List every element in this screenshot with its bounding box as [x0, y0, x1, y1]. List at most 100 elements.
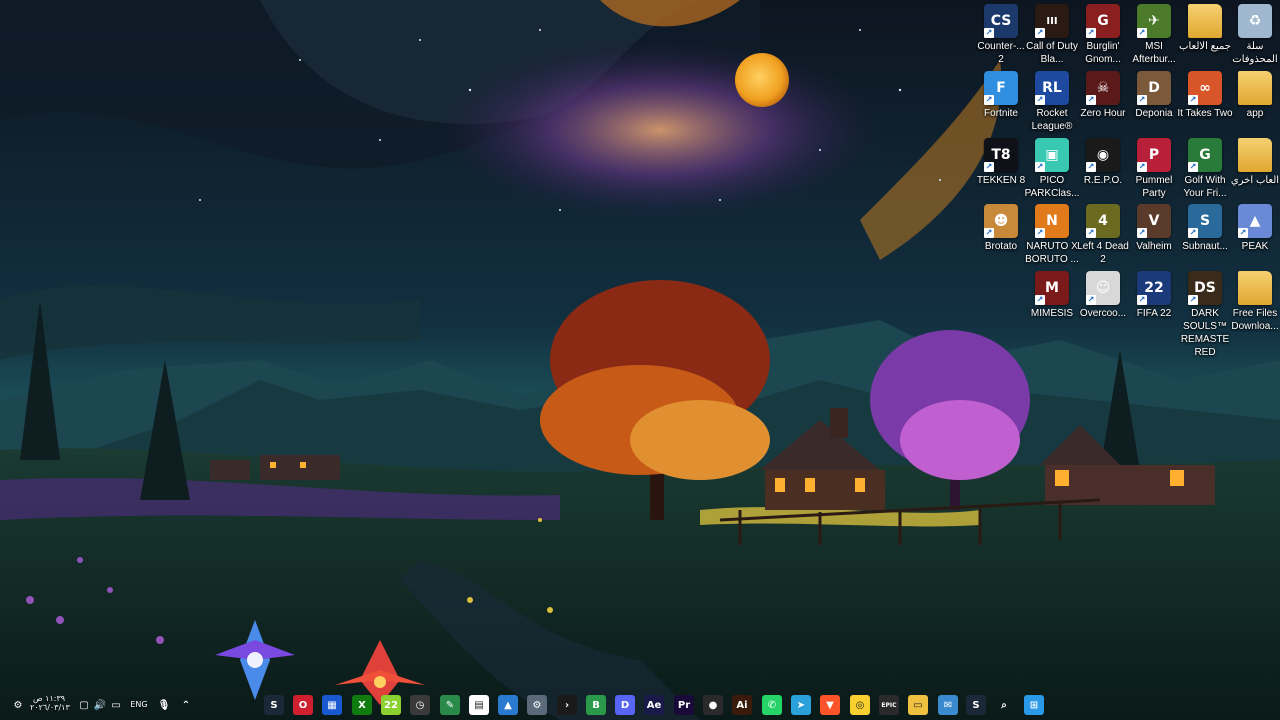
terminal-icon[interactable]: › [557, 695, 577, 715]
shortcut-arrow-icon: ↗ [1137, 95, 1147, 105]
pico-park-icon: ▣ ↗ [1035, 138, 1069, 172]
brave-icon[interactable]: ▼ [820, 695, 840, 715]
icon-glyph: D [1148, 80, 1160, 96]
taskbar-glyph: Ae [646, 699, 662, 711]
clock-time[interactable]: ١١:٣٩ ص [30, 694, 68, 703]
desktop-icon[interactable]: ▣ ↗ PICO PARKClas... [1025, 138, 1079, 200]
b-app-icon[interactable]: B [586, 695, 606, 715]
desktop-icon[interactable]: app [1230, 71, 1280, 120]
fortnite-icon: F ↗ [984, 71, 1018, 105]
display-icon[interactable]: ▭ [106, 695, 126, 715]
icon-glyph: S [1199, 213, 1211, 229]
taskbar-glyph: EPIC [881, 701, 897, 709]
telegram-icon[interactable]: ➤ [791, 695, 811, 715]
obs-icon[interactable]: ● [703, 695, 723, 715]
desktop-icon[interactable]: T8 ↗ TEKKEN 8 [976, 138, 1026, 187]
desktop-icon[interactable]: 22 ↗ FIFA 22 [1129, 271, 1179, 320]
shortcut-arrow-icon: ↗ [1035, 28, 1045, 38]
premiere-icon[interactable]: Pr [674, 695, 694, 715]
epic-games-icon[interactable]: EPIC [879, 695, 899, 715]
xbox-icon[interactable]: X [352, 695, 372, 715]
discord-icon[interactable]: D [615, 695, 635, 715]
clock-app-icon[interactable]: ◷ [410, 695, 430, 715]
steam-icon[interactable]: S [966, 695, 986, 715]
taskbar-glyph: Pr [677, 699, 691, 711]
desktop-icon[interactable]: F ↗ Fortnite [976, 71, 1026, 120]
desktop-icon[interactable]: ▲ ↗ PEAK [1230, 204, 1280, 253]
desktop-icon[interactable]: ☠ ↗ Zero Hour [1078, 71, 1128, 120]
desktop-icon-label: PEAK [1241, 241, 1269, 252]
desktop-icon-label: FIFA 22 [1136, 308, 1172, 319]
taskbar-glyph: ✎ [445, 699, 455, 711]
calendar-app-icon[interactable]: 22 [381, 695, 401, 715]
taskbar-glyph: B [592, 699, 600, 711]
file-explorer-icon[interactable]: ▭ [908, 695, 928, 715]
clock-date[interactable]: ٢٠٢٦/٠٣/١٣ [30, 703, 70, 712]
desktop-icon[interactable]: P ↗ Pummel Party [1129, 138, 1179, 200]
settings-tray-icon[interactable]: ⚙ [8, 695, 28, 715]
desktop-icon[interactable]: S ↗ Subnaut... [1180, 204, 1230, 253]
desktop-icon[interactable]: ✈ ↗ MSI Afterbur... [1129, 4, 1179, 66]
taskbar-glyph: ▭ [913, 699, 923, 711]
desktop-icon[interactable]: ☺ ↗ Overcoo... [1078, 271, 1128, 320]
desktop-icon[interactable]: III ↗ Call of Duty Bla... [1026, 4, 1078, 66]
desktop-icon-label: app [1246, 108, 1264, 119]
desktop-icon[interactable]: G ↗ Burglin' Gnom... [1078, 4, 1128, 66]
desktop-icon[interactable]: ◉ ↗ R.E.P.O. [1078, 138, 1128, 187]
search-icon[interactable]: ⌕ [994, 695, 1014, 715]
icon-glyph: T8 [991, 147, 1011, 163]
desktop-icon-grid: CS ↗ Counter-... 2 III ↗ Call of Duty Bla... G… [0, 0, 1280, 690]
shortcut-arrow-icon: ↗ [984, 95, 994, 105]
desktop-icon[interactable]: CS ↗ Counter-... 2 [976, 4, 1026, 66]
start-icon[interactable]: ⊞ [1024, 695, 1044, 715]
taskbar-glyph: ➤ [796, 699, 806, 711]
chevron-up-icon[interactable]: ⌃ [176, 695, 196, 715]
desktop-icon[interactable]: D ↗ Deponia [1129, 71, 1179, 120]
taskbar-glyph: ▲ [504, 699, 512, 711]
photos-icon[interactable]: ▲ [498, 695, 518, 715]
desktop-icon-label: DARK SOULS™ REMASTE RED [1180, 308, 1230, 358]
desktop-icon[interactable]: M ↗ MIMESIS [1027, 271, 1077, 320]
desktop-icon[interactable]: العاب اخري [1230, 138, 1280, 187]
taskbar-glyph: ◷ [415, 699, 425, 711]
whatsapp-icon[interactable]: ✆ [762, 695, 782, 715]
pummel-party-icon: P ↗ [1137, 138, 1171, 172]
desktop-icon[interactable]: Free Files Downloa... [1230, 271, 1280, 333]
illustrator-icon[interactable]: Ai [732, 695, 752, 715]
icon-glyph: DS [1194, 280, 1216, 296]
recycle-bin-icon: ♻ [1238, 4, 1272, 38]
app-blue-icon[interactable]: ▦ [322, 695, 342, 715]
snap-icon[interactable]: ◎ [850, 695, 870, 715]
desktop-icon[interactable]: ♻ سلة المحذوفات [1230, 4, 1280, 66]
desktop-icon-label: Free Files Downloa... [1231, 308, 1279, 332]
taskbar-glyph: Ai [736, 699, 748, 711]
store-icon[interactable]: ▤ [469, 695, 489, 715]
steam-icon[interactable]: S [264, 695, 284, 715]
mail-icon[interactable]: ✉ [938, 695, 958, 715]
desktop-icon[interactable]: V ↗ Valheim [1129, 204, 1179, 253]
desktop-icon[interactable]: N ↗ NARUTO X BORUTO ... [1025, 204, 1079, 266]
shortcut-arrow-icon: ↗ [1086, 162, 1096, 172]
language-indicator[interactable]: ENG [128, 700, 150, 709]
paint-icon[interactable]: ✎ [440, 695, 460, 715]
taskbar-glyph: ● [708, 699, 718, 711]
icon-glyph: N [1046, 213, 1058, 229]
taskbar-glyph: ⌕ [1001, 699, 1007, 711]
desktop-icon[interactable]: RL ↗ Rocket League® [1027, 71, 1077, 133]
valheim-icon: V ↗ [1137, 204, 1171, 238]
desktop-icon-label: It Takes Two [1177, 108, 1233, 119]
desktop-icon-label: Burglin' Gnom... [1085, 41, 1121, 65]
after-effects-icon[interactable]: Ae [644, 695, 664, 715]
desktop-icon-label: Pummel Party [1135, 175, 1173, 199]
desktop-icon[interactable]: ☻ ↗ Brotato [976, 204, 1026, 253]
desktop-icon[interactable]: DS ↗ DARK SOULS™ REMASTE RED [1180, 271, 1230, 359]
desktop-icon[interactable]: جميع الالعاب [1179, 4, 1231, 53]
settings-app-icon[interactable]: ⚙ [527, 695, 547, 715]
desktop-icon[interactable]: ∞ ↗ It Takes Two [1177, 71, 1233, 120]
desktop-icon[interactable]: G ↗ Golf With Your Fri... [1180, 138, 1230, 200]
shortcut-arrow-icon: ↗ [984, 28, 994, 38]
microphone-icon[interactable]: 🎙 [154, 695, 174, 715]
opera-icon[interactable]: O [293, 695, 313, 715]
desktop-icon[interactable]: 4 ↗ Left 4 Dead 2 [1077, 204, 1129, 266]
shortcut-arrow-icon: ↗ [1086, 295, 1096, 305]
